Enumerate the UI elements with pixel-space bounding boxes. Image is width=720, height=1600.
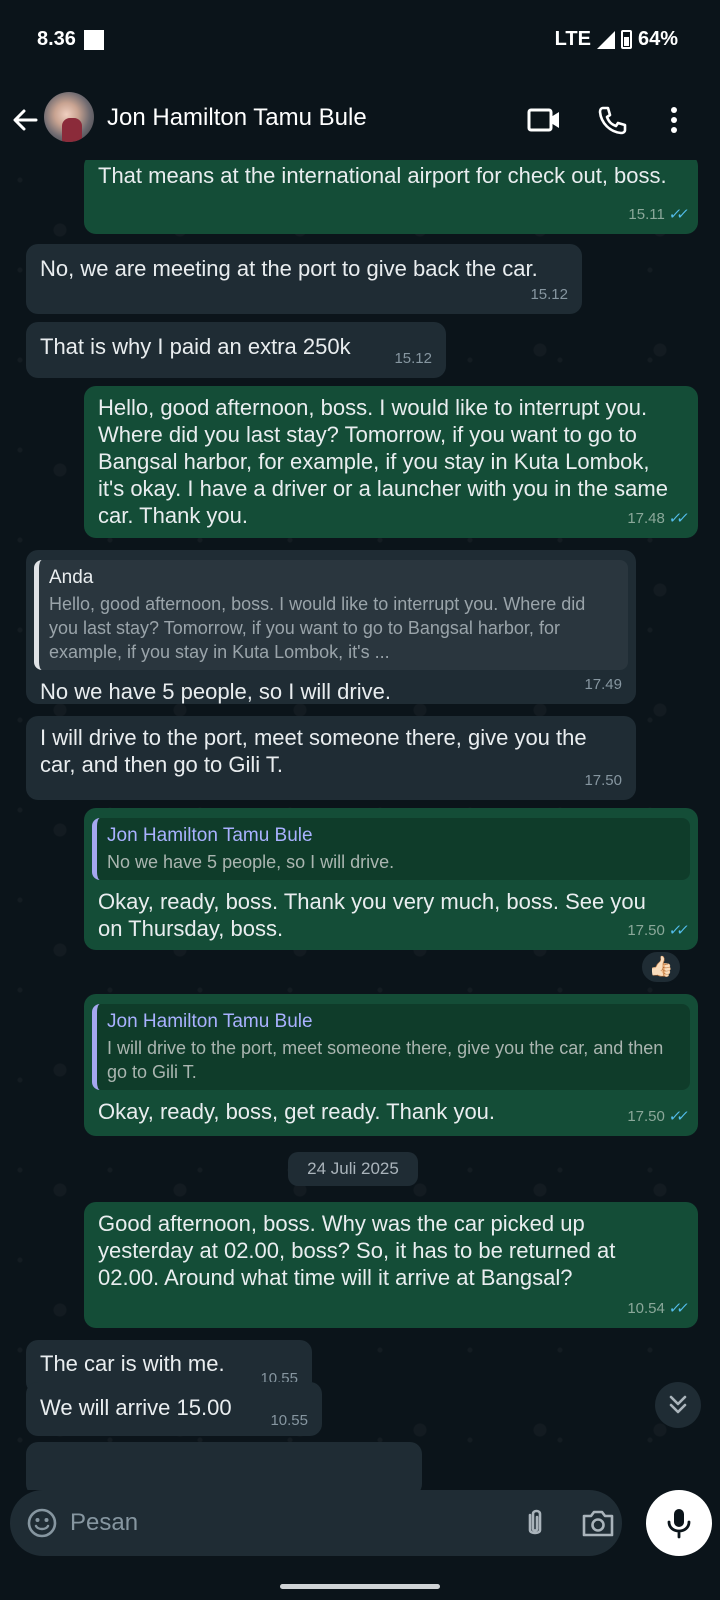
status-right: LTE 64% <box>555 28 678 51</box>
network-label: LTE <box>554 28 591 50</box>
message-bubble-incoming[interactable]: Anda Hello, good afternoon, boss. I woul… <box>26 550 636 704</box>
message-bubble-outgoing[interactable]: Good afternoon, boss. Why was the car pi… <box>84 1202 698 1328</box>
emoji-icon[interactable] <box>26 1507 58 1539</box>
message-text: No we have 5 people, so I will drive. <box>40 679 391 704</box>
message-time: 17.48 <box>627 510 665 527</box>
chat-header: Jon Hamilton Tamu Bule <box>0 80 720 160</box>
quoted-sender: Jon Hamilton Tamu Bule <box>107 825 313 846</box>
battery-icon <box>620 30 632 49</box>
message-meta: 15.11 ✓✓ <box>628 201 686 228</box>
read-ticks-icon: ✓✓ <box>667 206 686 223</box>
message-meta: 17.48 ✓✓ <box>627 505 686 532</box>
avatar[interactable] <box>44 92 94 142</box>
more-options-icon[interactable] <box>656 102 692 138</box>
message-input-box[interactable] <box>10 1490 622 1556</box>
camera-icon[interactable] <box>580 1506 616 1540</box>
message-text: The car is with me. <box>40 1351 225 1376</box>
message-time: 17.49 <box>584 676 622 693</box>
message-time: 17.50 <box>584 772 622 789</box>
message-time: 10.54 <box>627 1300 665 1317</box>
chat-area[interactable]: That means at the international airport … <box>0 160 720 1490</box>
read-ticks-icon: ✓✓ <box>667 510 686 527</box>
message-time: 17.50 <box>627 922 665 939</box>
mic-icon[interactable] <box>646 1490 712 1556</box>
status-time: 8.36 <box>37 28 76 50</box>
quoted-text: Hello, good afternoon, boss. I would lik… <box>49 594 586 662</box>
attach-icon[interactable] <box>518 1506 552 1540</box>
message-bubble-incoming[interactable]: No, we are meeting at the port to give b… <box>26 244 582 314</box>
message-input[interactable] <box>70 1500 490 1546</box>
message-meta: 17.50 <box>584 767 622 794</box>
message-bubble-incoming[interactable] <box>26 1442 422 1490</box>
message-bubble-incoming[interactable]: We will arrive 15.00 10.55 <box>26 1382 322 1436</box>
quoted-message[interactable]: Anda Hello, good afternoon, boss. I woul… <box>34 560 628 670</box>
home-indicator[interactable] <box>280 1584 440 1589</box>
video-call-icon[interactable] <box>526 102 562 138</box>
notification-icon <box>84 30 104 50</box>
message-bubble-outgoing[interactable]: Jon Hamilton Tamu Bule No we have 5 peop… <box>84 808 698 950</box>
battery-level: 64% <box>637 28 678 50</box>
signal-icon <box>596 30 615 49</box>
message-text: Okay, ready, boss, get ready. Thank you. <box>98 1099 496 1124</box>
quoted-message[interactable]: Jon Hamilton Tamu Bule No we have 5 peop… <box>92 818 690 880</box>
read-ticks-icon: ✓✓ <box>667 1108 686 1125</box>
message-bubble-incoming[interactable]: That is why I paid an extra 250k 15.12 <box>26 322 446 378</box>
message-text: That is why I paid an extra 250k <box>40 334 351 359</box>
message-meta: 15.12 <box>394 345 432 372</box>
message-text: Okay, ready, boss. Thank you very much, … <box>98 889 646 941</box>
message-time: 15.12 <box>394 350 432 367</box>
quoted-text: I will drive to the port, meet someone t… <box>107 1038 664 1082</box>
phone-icon[interactable] <box>594 102 630 138</box>
read-ticks-icon: ✓✓ <box>667 922 686 939</box>
message-meta: 15.12 <box>530 281 568 308</box>
message-text: Hello, good afternoon, boss. I would lik… <box>98 395 668 528</box>
message-bubble-outgoing[interactable]: That means at the international airport … <box>84 160 698 234</box>
quoted-sender: Jon Hamilton Tamu Bule <box>107 1011 313 1032</box>
message-text: No, we are meeting at the port to give b… <box>40 256 538 281</box>
message-meta: 17.50 ✓✓ <box>627 1103 686 1130</box>
message-time: 15.12 <box>530 286 568 303</box>
message-text: I will drive to the port, meet someone t… <box>40 725 587 777</box>
read-ticks-icon: ✓✓ <box>667 1300 686 1317</box>
composer <box>0 1490 720 1570</box>
message-text: Good afternoon, boss. Why was the car pi… <box>98 1211 616 1290</box>
message-time: 15.11 <box>628 206 665 223</box>
message-text: That means at the international airport … <box>98 163 667 188</box>
message-text: We will arrive 15.00 <box>40 1395 232 1420</box>
message-bubble-incoming[interactable]: I will drive to the port, meet someone t… <box>26 716 636 800</box>
quoted-sender: Anda <box>49 567 94 588</box>
quoted-text: No we have 5 people, so I will drive. <box>107 852 395 872</box>
contact-name[interactable]: Jon Hamilton Tamu Bule <box>107 104 367 132</box>
message-meta: 17.50 ✓✓ <box>627 917 686 944</box>
message-bubble-outgoing[interactable]: Hello, good afternoon, boss. I would lik… <box>84 386 698 538</box>
message-meta: 10.54 ✓✓ <box>627 1295 686 1322</box>
back-arrow-icon[interactable] <box>10 100 40 140</box>
scroll-down-icon[interactable] <box>655 1382 701 1428</box>
date-divider: 24 Juli 2025 <box>288 1152 418 1186</box>
quoted-message[interactable]: Jon Hamilton Tamu Bule I will drive to t… <box>92 1004 690 1090</box>
status-bar: 8.36 LTE 64% <box>0 0 720 80</box>
message-time: 10.55 <box>270 1412 308 1429</box>
message-bubble-outgoing[interactable]: Jon Hamilton Tamu Bule I will drive to t… <box>84 994 698 1136</box>
message-time: 17.50 <box>627 1108 665 1125</box>
reaction-badge[interactable]: 👍🏻 <box>640 950 682 984</box>
message-meta: 17.49 <box>584 671 622 698</box>
message-meta: 10.55 <box>270 1407 308 1434</box>
